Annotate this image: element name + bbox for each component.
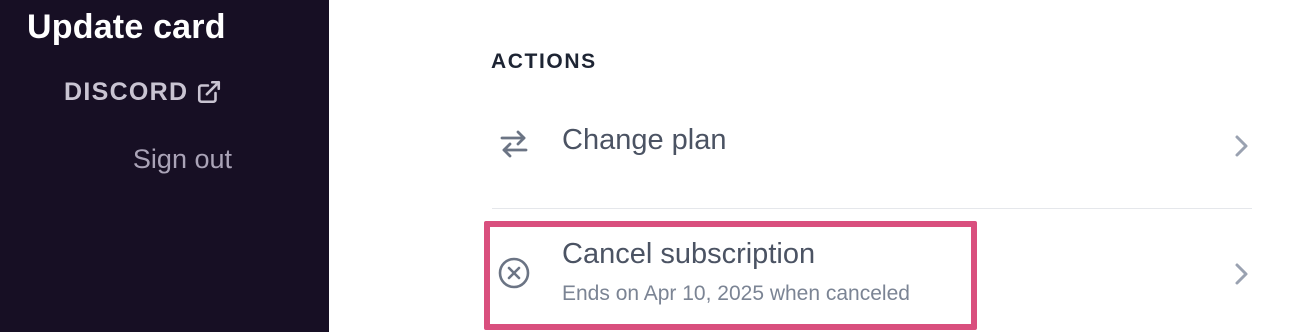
discord-link[interactable]: DISCORD [64,73,222,111]
circle-x-icon [496,255,532,291]
sign-out-link[interactable]: Sign out [100,144,232,175]
external-link-icon [196,79,222,105]
chevron-right-icon [1230,132,1252,160]
swap-arrows-icon [496,126,532,162]
change-plan-row[interactable]: Change plan [492,100,1252,209]
discord-label: DISCORD [64,77,189,106]
main-content: ACTIONS Change plan Cancel subscription … [329,0,1292,332]
cancel-subscription-sublabel: Ends on Apr 10, 2025 when canceled [562,282,910,305]
sidebar: Update card DISCORD Sign out [0,0,329,332]
actions-heading: ACTIONS [491,50,597,73]
sidebar-title[interactable]: Update card [27,8,226,47]
cancel-subscription-label: Cancel subscription [562,238,816,270]
chevron-right-icon [1230,260,1252,288]
cancel-subscription-row[interactable]: Cancel subscription Ends on Apr 10, 2025… [492,210,1252,332]
change-plan-label: Change plan [562,124,727,156]
